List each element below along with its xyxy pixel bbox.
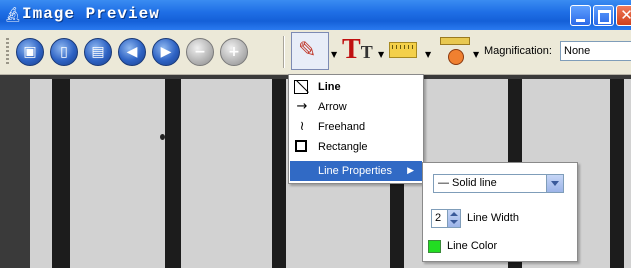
print-button[interactable]: ▤ xyxy=(84,38,112,66)
line-icon xyxy=(294,80,308,94)
save-icon: ▣ xyxy=(23,44,37,60)
measure-dropdown-arrow-icon[interactable]: ▼ xyxy=(473,50,479,59)
magnification-input[interactable] xyxy=(560,41,631,61)
line-width-stepper[interactable]: 2 xyxy=(431,209,461,228)
spinner-arrows-icon[interactable] xyxy=(447,210,460,227)
toolbar-separator xyxy=(283,36,285,68)
menu-item-label: Rectangle xyxy=(318,141,368,153)
magnification-label: Magnification: xyxy=(484,45,552,57)
image-stripe xyxy=(52,79,70,268)
toolbar-grip[interactable] xyxy=(6,38,9,66)
freehand-icon: ≀ xyxy=(299,119,305,134)
ruler-dropdown-arrow-icon[interactable]: ▼ xyxy=(425,50,431,59)
ruler-tool-button[interactable] xyxy=(389,42,417,58)
previous-icon: ◀ xyxy=(126,44,138,60)
text-tool-button[interactable]: TT xyxy=(342,35,373,67)
image-stripe xyxy=(272,79,286,268)
title-bar[interactable]: 🔬︎ Image Preview ✕ xyxy=(0,0,631,30)
window-title: Image Preview xyxy=(22,5,160,23)
menu-item-label: Line Properties xyxy=(318,165,392,177)
menu-item-freehand[interactable]: ≀ Freehand xyxy=(290,117,422,137)
print-icon: ▤ xyxy=(91,44,105,60)
menu-item-label: Line xyxy=(318,81,341,93)
rectangle-icon xyxy=(295,140,307,152)
line-color-label: Line Color xyxy=(447,240,498,252)
microscope-icon: 🔬︎ xyxy=(4,7,22,23)
next-button[interactable]: ▶ xyxy=(152,38,180,66)
image-stripe xyxy=(610,79,624,268)
measure-circle-icon xyxy=(448,49,464,65)
save-button[interactable]: ▣ xyxy=(16,38,44,66)
document-icon: ▯ xyxy=(60,44,68,60)
arrow-icon: → xyxy=(296,99,308,114)
document-button[interactable]: ▯ xyxy=(50,38,78,66)
menu-item-arrow[interactable]: → Arrow xyxy=(290,97,422,117)
draw-dropdown-arrow-icon[interactable]: ▼ xyxy=(331,50,337,59)
submenu-arrow-icon: ▶ xyxy=(407,166,414,176)
maximize-icon xyxy=(594,6,613,25)
zoom-out-icon: − xyxy=(194,44,206,60)
chevron-down-icon[interactable] xyxy=(546,175,563,192)
zoom-in-button[interactable]: + xyxy=(220,38,248,66)
minimize-icon xyxy=(571,6,590,25)
zoom-in-icon: + xyxy=(228,44,240,60)
line-style-value: — Solid line xyxy=(438,177,497,189)
image-speck xyxy=(160,134,165,140)
previous-button[interactable]: ◀ xyxy=(118,38,146,66)
image-stripe xyxy=(165,79,181,268)
toolbar: ▣ ▯ ▤ ◀ ▶ − + ✎ ▼ TT ▼ ▼ ▼ Magnification… xyxy=(0,30,631,75)
menu-item-label: Arrow xyxy=(318,101,347,113)
menu-item-line-properties[interactable]: Line Properties ▶ xyxy=(290,161,422,181)
close-button[interactable]: ✕ xyxy=(616,5,631,26)
line-properties-panel: — Solid line 2 Line Width Line Color xyxy=(422,162,578,262)
menu-item-rectangle[interactable]: Rectangle xyxy=(290,137,422,157)
minimize-button[interactable] xyxy=(570,5,591,26)
line-width-label: Line Width xyxy=(467,212,519,224)
text-dropdown-arrow-icon[interactable]: ▼ xyxy=(378,50,384,59)
line-style-select[interactable]: — Solid line xyxy=(433,174,564,193)
menu-item-label: Freehand xyxy=(318,121,366,133)
menu-item-line[interactable]: Line xyxy=(290,77,422,97)
image-preview-window: 🔬︎ Image Preview ✕ ▣ ▯ ▤ ◀ ▶ − + ✎ ▼ TT … xyxy=(0,0,631,268)
measure-icon xyxy=(440,37,470,45)
maximize-button[interactable] xyxy=(593,5,614,26)
draw-tool-button[interactable]: ✎ xyxy=(291,32,329,70)
draw-menu: Line → Arrow ≀ Freehand Rectangle Line P… xyxy=(288,74,424,184)
draw-pencil-icon: ✎ xyxy=(298,38,317,63)
line-color-swatch[interactable] xyxy=(428,240,441,253)
measure-tool-button[interactable] xyxy=(440,35,470,65)
line-width-value: 2 xyxy=(435,212,442,224)
text-icon: TT xyxy=(342,34,373,65)
next-icon: ▶ xyxy=(160,44,172,60)
close-icon: ✕ xyxy=(620,6,631,24)
zoom-out-button[interactable]: − xyxy=(186,38,214,66)
